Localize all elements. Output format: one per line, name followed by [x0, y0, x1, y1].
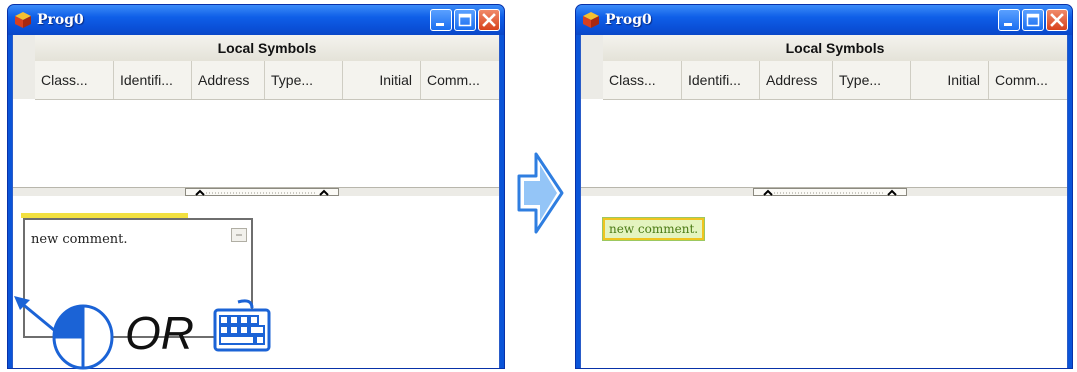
- comment-box[interactable]: new comment.: [601, 217, 706, 241]
- minimize-button[interactable]: [998, 9, 1020, 31]
- minimize-icon: [1004, 23, 1012, 26]
- close-icon: [1050, 13, 1064, 27]
- column-header-initial[interactable]: Initial: [911, 61, 989, 99]
- mouse-click-icon: [52, 304, 114, 370]
- close-button[interactable]: [1046, 9, 1068, 31]
- close-button[interactable]: [478, 9, 500, 31]
- column-header-comment[interactable]: Comm...: [421, 61, 499, 99]
- minimize-icon: [436, 23, 444, 26]
- column-header-comment[interactable]: Comm...: [989, 61, 1067, 99]
- column-header-initial[interactable]: Initial: [343, 61, 421, 99]
- column-header-identifier[interactable]: Identifi...: [114, 61, 192, 99]
- column-header-identifier[interactable]: Identifi...: [682, 61, 760, 99]
- window-client-area: Local Symbols Class... Identifi... Addre…: [580, 35, 1068, 368]
- local-symbols-panel: Local Symbols Class... Identifi... Addre…: [13, 35, 499, 187]
- column-header-row: Class... Identifi... Address Type... Ini…: [603, 61, 1067, 100]
- window-title: Prog0: [605, 12, 652, 28]
- column-header-address[interactable]: Address: [192, 61, 265, 99]
- dotted-rule: [774, 192, 884, 194]
- right-arrow-icon: [517, 152, 564, 234]
- column-header-class[interactable]: Class...: [35, 61, 114, 99]
- app-icon: [583, 12, 599, 28]
- maximize-button[interactable]: [1022, 9, 1044, 31]
- local-symbols-panel: Local Symbols Class... Identifi... Addre…: [581, 35, 1067, 187]
- column-header-type[interactable]: Type...: [265, 61, 343, 99]
- splitter-handle[interactable]: [185, 188, 339, 196]
- maximize-icon: [458, 13, 472, 27]
- title-bar[interactable]: Prog0: [576, 5, 1072, 35]
- column-header-address[interactable]: Address: [760, 61, 833, 99]
- minimize-button[interactable]: [430, 9, 452, 31]
- row-gutter: [13, 35, 36, 99]
- maximize-icon: [1026, 13, 1040, 27]
- chevron-up-icon: [319, 189, 329, 196]
- title-bar[interactable]: Prog0: [8, 5, 504, 35]
- dotted-rule: [206, 192, 316, 194]
- app-icon: [15, 12, 31, 28]
- column-header-row: Class... Identifi... Address Type... Ini…: [35, 61, 499, 100]
- table-title: Local Symbols: [603, 35, 1067, 62]
- scroll-grip-icon: [236, 234, 242, 236]
- or-label: OR: [125, 307, 194, 359]
- right-window: Prog0 Local Symbols Class... Identifi...…: [575, 4, 1073, 369]
- scroll-up-button[interactable]: [231, 228, 247, 242]
- maximize-button[interactable]: [454, 9, 476, 31]
- chevron-up-icon: [887, 189, 897, 196]
- column-header-type[interactable]: Type...: [833, 61, 911, 99]
- chevron-up-icon: [763, 189, 773, 196]
- comment-text: new comment.: [609, 222, 699, 236]
- comment-text[interactable]: new comment.: [31, 232, 128, 247]
- window-title: Prog0: [37, 12, 84, 28]
- table-title: Local Symbols: [35, 35, 499, 62]
- keyboard-icon: [213, 299, 271, 352]
- column-header-class[interactable]: Class...: [603, 61, 682, 99]
- chevron-up-icon: [195, 189, 205, 196]
- row-gutter: [581, 35, 604, 99]
- close-icon: [482, 13, 496, 27]
- splitter-handle[interactable]: [753, 188, 907, 196]
